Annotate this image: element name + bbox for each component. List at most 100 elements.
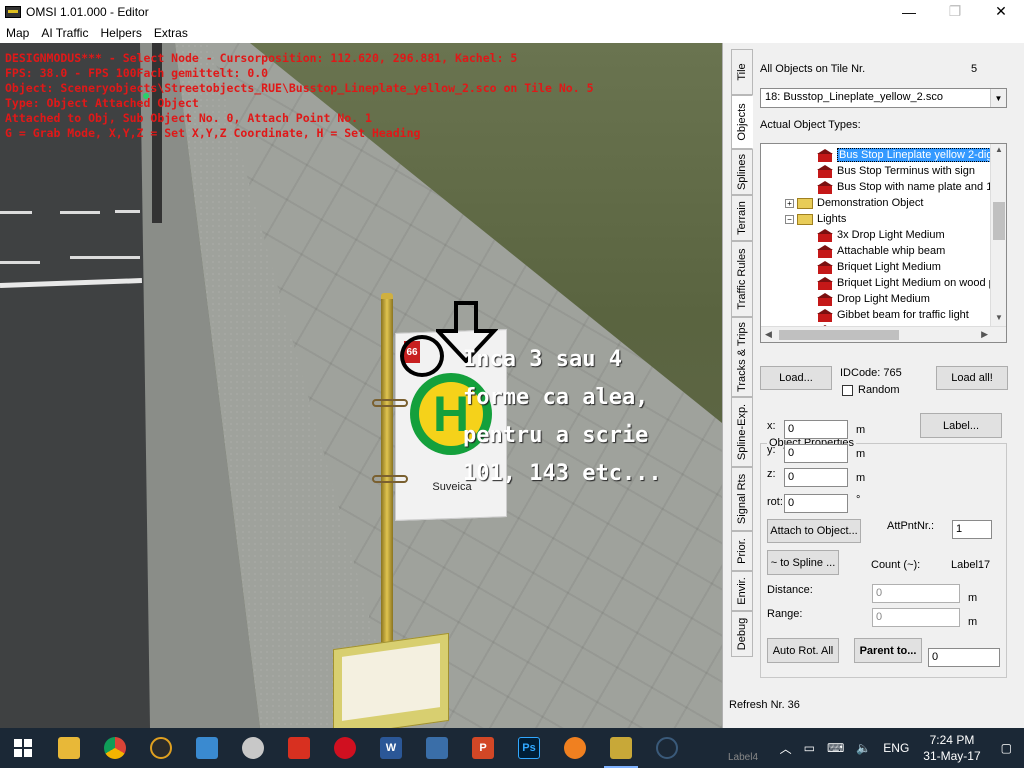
tab-objects[interactable]: Objects	[731, 95, 753, 149]
debug-line: Attached to Obj, Sub Object No. 0, Attac…	[5, 111, 372, 125]
tree-vertical-scrollbar[interactable]: ▲ ▼	[990, 144, 1006, 328]
language-indicator[interactable]: ENG	[877, 741, 915, 755]
count-value: Label17	[951, 559, 991, 571]
cortana-icon[interactable]	[644, 728, 690, 768]
menu-extras[interactable]: Extras	[148, 26, 194, 40]
network-icon[interactable]: ▭	[798, 741, 821, 755]
tab-prior[interactable]: Prior.	[731, 531, 753, 571]
scroll-down-icon[interactable]: ▼	[991, 313, 1006, 327]
scroll-thumb[interactable]	[779, 330, 899, 340]
paint-icon[interactable]	[230, 728, 276, 768]
object-type-tree[interactable]: Bus Stop Lineplate yellow 2-digi Bus Stop…	[760, 143, 1007, 343]
omsi-taskbar-icon[interactable]	[598, 728, 644, 768]
tree-item[interactable]: Bus Stop with name plate and 1	[817, 179, 992, 195]
remote-desktop-icon[interactable]	[184, 728, 230, 768]
tree-item[interactable]: Bus Stop Lineplate yellow 2-digi	[817, 147, 997, 163]
label-button[interactable]: Label...	[920, 413, 1002, 438]
distance-label: Distance:	[767, 584, 813, 596]
window-controls: — ❐ ✕	[886, 0, 1024, 23]
headset-icon[interactable]	[138, 728, 184, 768]
tree-item[interactable]: Bus Stop Terminus with sign	[817, 163, 975, 179]
tree-item[interactable]: Briquet Light Medium on wood p	[817, 275, 995, 291]
media-player-icon[interactable]	[552, 728, 598, 768]
attpnt-field[interactable]: 1	[952, 520, 992, 539]
tab-tracks-trips[interactable]: Tracks & Trips	[731, 317, 753, 397]
tree-item[interactable]: Gibbet beam for traffic light	[817, 307, 969, 323]
rot-field[interactable]: 0	[784, 494, 848, 513]
keyboard-icon[interactable]: ⌨	[821, 741, 850, 755]
x-field[interactable]: 0	[784, 420, 848, 439]
tab-tile[interactable]: Tile	[731, 49, 753, 95]
scroll-up-icon[interactable]: ▲	[991, 145, 1006, 159]
windows-start-icon[interactable]	[0, 728, 46, 768]
scroll-left-icon[interactable]: ◀	[765, 329, 772, 340]
tree-item[interactable]: − Lights	[785, 211, 846, 227]
z-unit: m	[856, 472, 866, 484]
load-all-button[interactable]: Load all!	[936, 366, 1008, 390]
file-explorer-icon[interactable]	[46, 728, 92, 768]
tree-item[interactable]: 3x Drop Light Medium	[817, 227, 945, 243]
opera-icon[interactable]	[322, 728, 368, 768]
parent-to-button[interactable]: Parent to...	[854, 638, 922, 663]
load-button[interactable]: Load...	[760, 366, 832, 390]
refresh-label: Refresh Nr. 36	[729, 699, 800, 711]
debug-line: Object: Sceneryobjects\Streetobjects_RUE…	[5, 81, 594, 95]
scroll-thumb[interactable]	[993, 202, 1005, 240]
tree-item-label: Briquet Light Medium on wood p	[837, 277, 995, 289]
chevron-down-icon[interactable]: ▼	[990, 89, 1006, 107]
volume-icon[interactable]: 🔈	[850, 741, 877, 755]
z-field[interactable]: 0	[784, 468, 848, 487]
debug-overlay: DESIGNMODUS*** - Select Node - Cursorpos…	[5, 51, 594, 141]
tree-horizontal-scrollbar[interactable]: ◀ ▶	[761, 326, 1006, 342]
close-button[interactable]: ✕	[978, 0, 1024, 23]
scroll-right-icon[interactable]: ▶	[981, 329, 988, 340]
tree-item[interactable]: Briquet Light Medium	[817, 259, 941, 275]
menu-helpers[interactable]: Helpers	[94, 26, 147, 40]
tab-terrain[interactable]: Terrain	[731, 195, 753, 241]
object-select[interactable]: 18: Busstop_Lineplate_yellow_2.sco ▼	[760, 88, 1007, 108]
to-spline-button[interactable]: ~ to Spline ...	[767, 550, 839, 575]
folder-icon	[797, 213, 813, 225]
parent-field[interactable]: 0	[928, 648, 1000, 667]
chevron-up-icon[interactable]: ︿	[774, 740, 798, 757]
tab-envir[interactable]: Envir.	[731, 571, 753, 611]
y-field[interactable]: 0	[784, 444, 848, 463]
tab-traffic-rules[interactable]: Traffic Rules	[731, 241, 753, 317]
distance-field[interactable]: 0	[872, 584, 960, 603]
menu-map[interactable]: Map	[0, 26, 35, 40]
tree-item-label: Bus Stop with name plate and 1	[837, 181, 993, 193]
tab-splines[interactable]: Splines	[731, 149, 753, 195]
x-unit: m	[856, 424, 866, 436]
tree-item[interactable]: + Demonstration Object	[785, 195, 923, 211]
expand-icon[interactable]: +	[785, 198, 794, 208]
tab-signal-rts[interactable]: Signal Rts	[731, 467, 753, 531]
chrome-icon[interactable]	[92, 728, 138, 768]
tab-debug[interactable]: Debug	[731, 611, 753, 657]
range-unit: m	[968, 616, 978, 628]
word-icon[interactable]: W	[368, 728, 414, 768]
3d-viewport[interactable]: DESIGNMODUS*** - Select Node - Cursorpos…	[0, 43, 722, 728]
range-field[interactable]: 0	[872, 608, 960, 627]
tree-item[interactable]: Drop Light Medium	[817, 291, 930, 307]
restore-button[interactable]: ❐	[932, 0, 978, 23]
game-icon[interactable]	[276, 728, 322, 768]
tab-spline-exp[interactable]: Spline-Exp.	[731, 397, 753, 467]
random-checkbox[interactable]	[842, 385, 853, 396]
clock[interactable]: 7:24 PM 31-May-17	[915, 732, 988, 764]
tree-item[interactable]: Attachable whip beam	[817, 243, 945, 259]
taskbar: W P Ps Label4 ︿ ▭ ⌨ 🔈 ENG 7:24 PM 31-May…	[0, 728, 1024, 768]
photoshop-icon[interactable]: Ps	[506, 728, 552, 768]
menu-ai-traffic[interactable]: AI Traffic	[35, 26, 94, 40]
bus-icon	[817, 148, 833, 162]
debug-line: DESIGNMODUS*** - Select Node - Cursorpos…	[5, 51, 518, 65]
notification-icon[interactable]: ▢	[989, 741, 1024, 755]
count-label: Count (~):	[871, 559, 921, 571]
auto-rot-all-button[interactable]: Auto Rot. All	[767, 638, 839, 663]
attach-to-object-button[interactable]: Attach to Object...	[767, 519, 861, 543]
tree-item-label: Gibbet beam for traffic light	[837, 309, 969, 321]
video-editor-icon[interactable]	[414, 728, 460, 768]
powerpoint-icon[interactable]: P	[460, 728, 506, 768]
collapse-icon[interactable]: −	[785, 214, 794, 224]
minimize-button[interactable]: —	[886, 0, 932, 23]
annotation-line: pentru a scrie	[463, 423, 649, 448]
